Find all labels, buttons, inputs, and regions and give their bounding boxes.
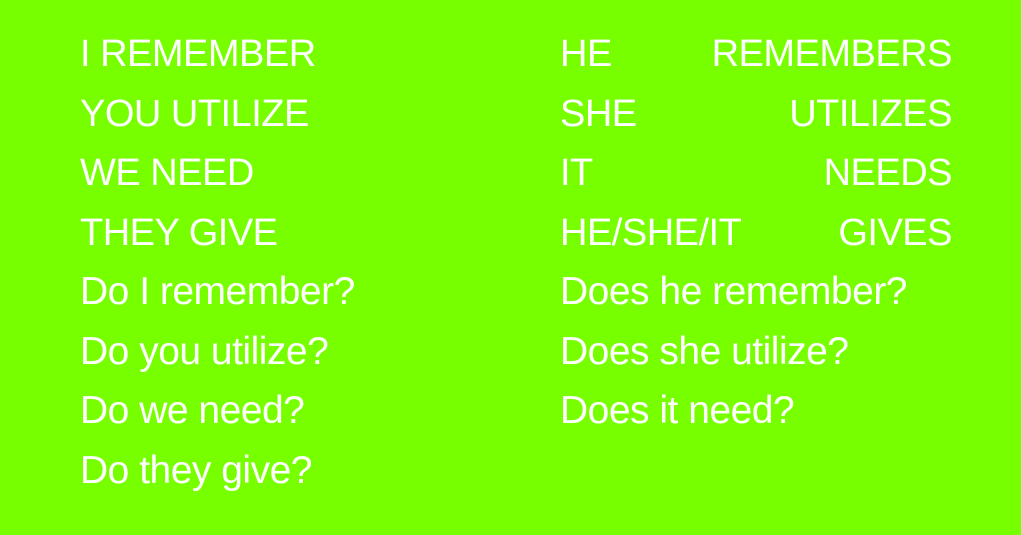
question-line: Do I remember?	[80, 270, 355, 313]
question-line: Do they give?	[80, 448, 312, 492]
subject-text: HE	[560, 33, 612, 75]
statement-line: THEY GIVE	[80, 211, 278, 254]
statement-line: HE REMEMBERS	[560, 28, 953, 88]
verb-text: REMEMBERS	[711, 33, 953, 75]
statement-line: IT NEEDS	[560, 147, 953, 207]
question-line: Does she utilize?	[560, 329, 849, 373]
left-column: I REMEMBER YOU UTILIZE WE NEED THEY GIVE…	[80, 28, 500, 504]
subject-text: HE/SHE/IT	[560, 211, 742, 254]
statement-line: YOU UTILIZE	[80, 92, 309, 135]
verb-text: NEEDS	[823, 152, 953, 194]
right-column: HE REMEMBERS SHE UTILIZES IT NEEDS HE/SH…	[560, 28, 953, 445]
verb-text: UTILIZES	[789, 92, 952, 135]
question-line: Does he remember?	[560, 270, 908, 313]
page: { "colors": { "background": "#77FF00", "…	[0, 0, 1021, 535]
statement-line: I REMEMBER	[80, 33, 316, 75]
verb-text: GIVES	[838, 211, 952, 254]
question-line: Do you utilize?	[80, 329, 329, 373]
subject-text: SHE	[560, 92, 637, 135]
statement-line: SHE UTILIZES	[560, 88, 952, 148]
statement-line: HE/SHE/IT GIVES	[560, 207, 952, 267]
question-line: Do we need?	[80, 389, 305, 432]
statement-line: WE NEED	[80, 152, 254, 194]
question-line: Does it need?	[560, 389, 795, 432]
subject-text: IT	[560, 152, 593, 194]
